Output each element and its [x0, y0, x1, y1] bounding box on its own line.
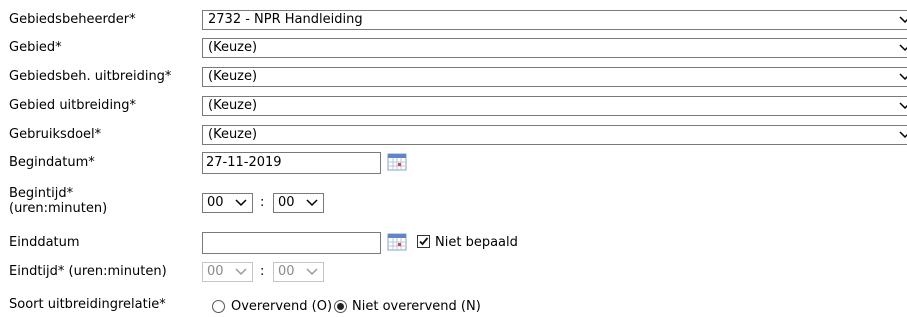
begintijd-minutes-select[interactable]: 00: [273, 193, 324, 213]
gebruiksdoel-select[interactable]: (Keuze): [202, 125, 907, 145]
gebiedsbeheerder-value: 2732 - NPR Handleiding: [208, 12, 363, 27]
gebied-value: (Keuze): [208, 40, 258, 55]
chevron-down-icon: [235, 268, 247, 276]
chevron-down-icon: [899, 73, 907, 81]
niet-overervend-label: Niet overervend (N): [352, 299, 481, 314]
begintijd-minutes-value: 00: [278, 195, 295, 210]
chevron-down-icon: [899, 44, 907, 52]
einddatum-input[interactable]: [202, 232, 381, 254]
gebiedsbeheerder-label: Gebiedsbeheerder*: [9, 12, 136, 27]
gebiedsbeh-uitbreiding-select[interactable]: (Keuze): [202, 67, 907, 87]
gebiedsbeheerder-select[interactable]: 2732 - NPR Handleiding: [202, 10, 907, 30]
gebied-uitbreiding-value: (Keuze): [208, 98, 258, 113]
gebruiksdoel-value: (Keuze): [208, 127, 258, 142]
chevron-down-icon: [899, 102, 907, 110]
begintijd-label-line1: Begintijd*: [9, 186, 74, 201]
gebruiksdoel-label: Gebruiksdoel*: [9, 127, 102, 142]
chevron-down-icon: [306, 199, 318, 207]
begintijd-label-line2: (uren:minuten): [9, 201, 108, 216]
gebied-uitbreiding-label: Gebied uitbreiding*: [9, 98, 137, 113]
calendar-icon[interactable]: [387, 233, 407, 251]
niet-overervend-radio[interactable]: [334, 300, 347, 313]
begintijd-hours-value: 00: [207, 195, 224, 210]
gebiedsbeh-uitbreiding-value: (Keuze): [208, 69, 258, 84]
eindtijd-minutes-value: 00: [278, 264, 295, 279]
chevron-down-icon: [235, 199, 247, 207]
chevron-down-icon: [306, 268, 318, 276]
gebied-label: Gebied*: [9, 40, 62, 55]
eindtijd-minutes-select[interactable]: 00: [273, 262, 324, 282]
eindtijd-label: Eindtijd* (uren:minuten): [9, 264, 167, 279]
checkmark-icon: [419, 237, 429, 246]
gebied-select[interactable]: (Keuze): [202, 38, 907, 58]
einddatum-label: Einddatum: [9, 235, 80, 250]
eindtijd-hours-value: 00: [207, 264, 224, 279]
chevron-down-icon: [899, 131, 907, 139]
soort-uitbreidingrelatie-label: Soort uitbreidingrelatie*: [9, 297, 166, 312]
overervend-radio[interactable]: [212, 300, 225, 313]
begintijd-hours-select[interactable]: 00: [202, 193, 253, 213]
gebiedsbeh-uitbreiding-label: Gebiedsbeh. uitbreiding*: [9, 69, 172, 84]
begindatum-value: 27-11-2019: [206, 155, 282, 170]
begintijd-separator: :: [260, 195, 265, 210]
begindatum-input[interactable]: 27-11-2019: [202, 152, 381, 174]
niet-bepaald-checkbox[interactable]: [417, 235, 430, 248]
begintijd-label: Begintijd* (uren:minuten): [9, 186, 107, 216]
eindtijd-separator: :: [260, 264, 265, 279]
calendar-icon[interactable]: [387, 153, 407, 171]
gebied-uitbreiding-select[interactable]: (Keuze): [202, 96, 907, 116]
begindatum-label: Begindatum*: [9, 155, 95, 170]
radio-selected-dot: [337, 303, 344, 310]
niet-bepaald-label: Niet bepaald: [435, 235, 518, 250]
overervend-label: Overervend (O): [231, 299, 333, 314]
eindtijd-hours-select[interactable]: 00: [202, 262, 253, 282]
chevron-down-icon: [899, 16, 907, 24]
